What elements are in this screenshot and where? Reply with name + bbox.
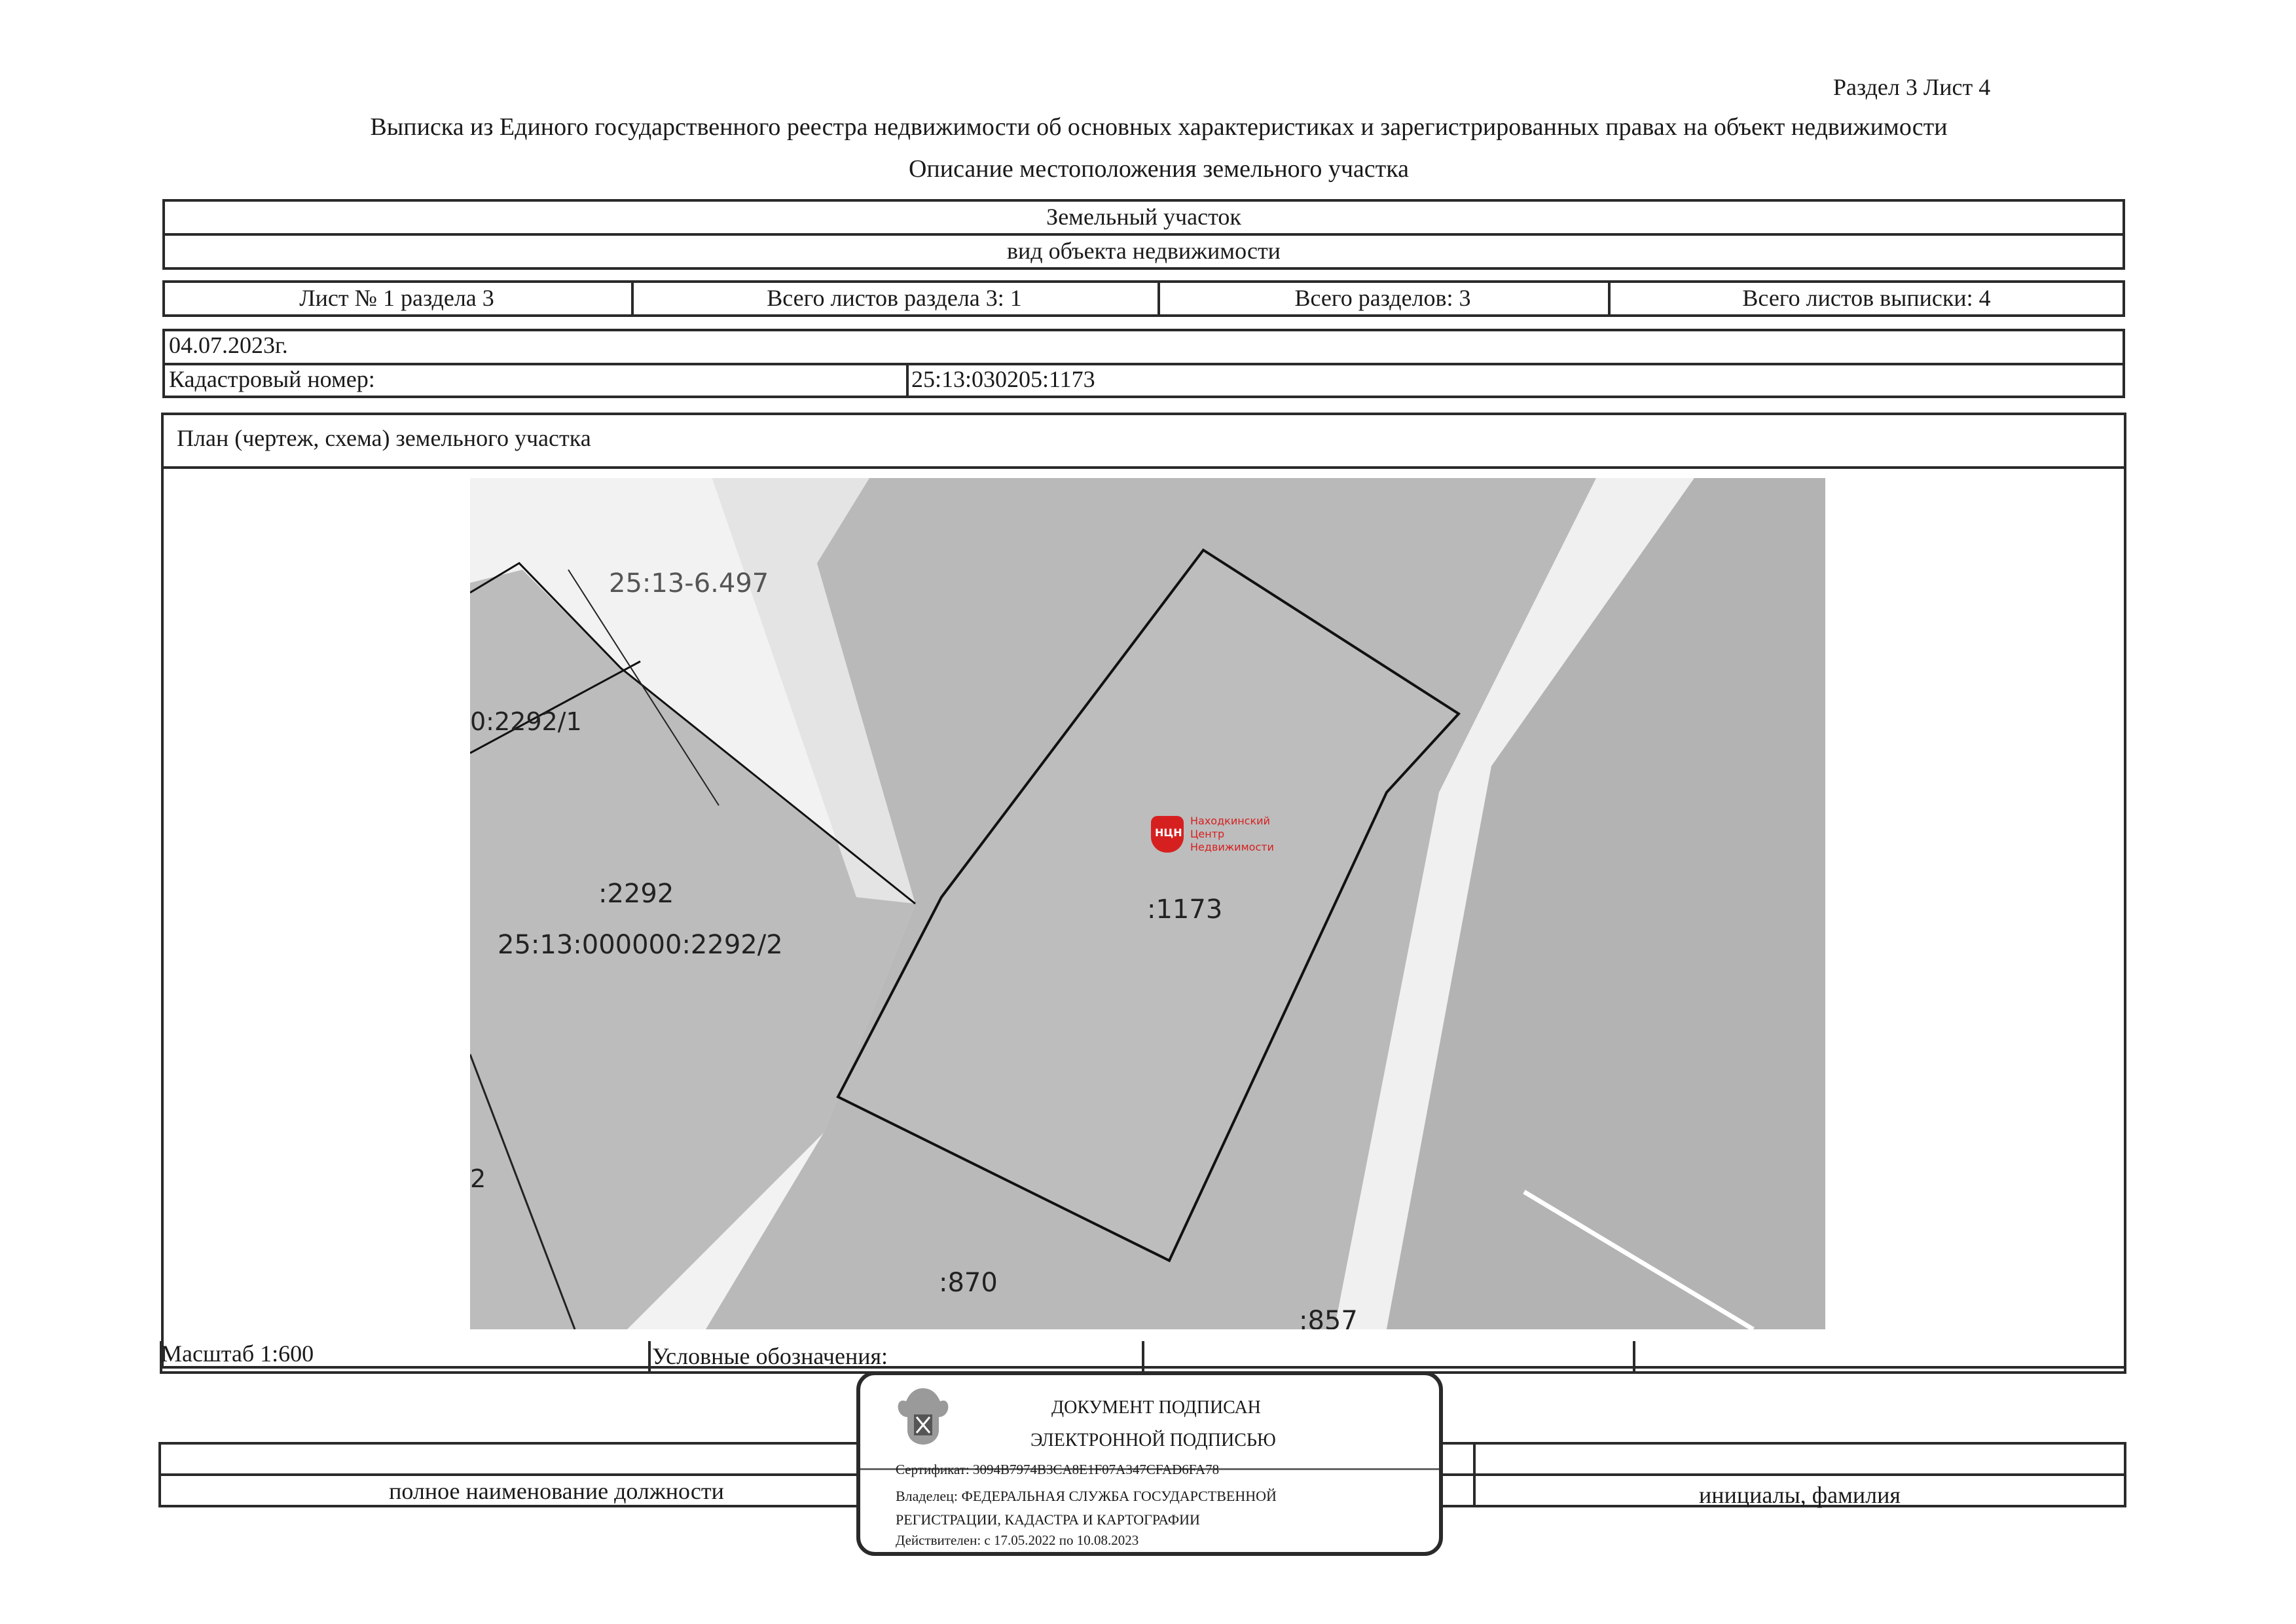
- label-parcel-2292-1: 0:2292/1: [470, 707, 582, 736]
- section-sheet-label: Раздел 3 Лист 4: [1833, 74, 1991, 100]
- cadastral-number: 25:13:030205:1173: [911, 366, 1095, 392]
- watermark-badge: НЦН: [1155, 826, 1182, 839]
- label-parcel-1173: :1173: [1147, 895, 1223, 925]
- plan-title-divider: [161, 466, 2126, 469]
- object-type-divider: [162, 233, 2125, 236]
- stamp-validity: Действителен: с 17.05.2022 по 10.08.2023: [896, 1532, 1139, 1548]
- watermark-logo: НЦН Находкинский Центр Недвижимости: [1151, 813, 1295, 859]
- cadastral-divider: [906, 363, 909, 398]
- record-divider: [162, 363, 2125, 365]
- plan-title: План (чертеж, схема) земельного участка: [177, 425, 591, 451]
- label-edge-2: 2: [470, 1164, 486, 1193]
- label-parcel-2292-2: 25:13:000000:2292/2: [498, 930, 783, 960]
- label-parcel-2292: :2292: [598, 879, 674, 909]
- watermark-line-2: Центр: [1190, 828, 1225, 840]
- cadastral-map: 25:13-6.497 0:2292/1 :2292 25:13:000000:…: [470, 478, 1825, 1329]
- object-type-value: Земельный участок: [1046, 204, 1241, 230]
- sheet-number: Лист № 1 раздела 3: [299, 285, 494, 311]
- legend-divider-3: [1633, 1341, 1635, 1374]
- emblem-icon: [898, 1388, 949, 1445]
- document-title: Выписка из Единого государственного реес…: [370, 113, 1948, 141]
- stamp-owner-line-1: Владелец: ФЕДЕРАЛЬНАЯ СЛУЖБА ГОСУДАРСТВЕ…: [896, 1488, 1277, 1504]
- cadastral-label: Кадастровый номер:: [169, 366, 375, 392]
- record-date: 04.07.2023г.: [169, 332, 288, 358]
- sheets-in-section: Всего листов раздела 3: 1: [767, 285, 1022, 311]
- legend-divider-1: [648, 1341, 651, 1374]
- total-sheets: Всего листов выписки: 4: [1742, 285, 1991, 311]
- initials-caption: инициалы, фамилия: [1699, 1482, 1901, 1508]
- stamp-owner-line-2: РЕГИСТРАЦИИ, КАДАСТРА И КАРТОГРАФИИ: [896, 1511, 1200, 1528]
- document-subtitle: Описание местоположения земельного участ…: [908, 155, 1410, 183]
- stamp-line-2: ЭЛЕКТРОННОЙ ПОДПИСЬЮ: [1030, 1430, 1276, 1450]
- label-parcel-857: :857: [1299, 1306, 1358, 1329]
- stamp-certificate: Сертификат: 3094B7974B3CA8E1F07A347CFAD6…: [896, 1462, 1220, 1477]
- e-signature-stamp: ДОКУМЕНТ ПОДПИСАН ЭЛЕКТРОННОЙ ПОДПИСЬЮ С…: [856, 1371, 1443, 1556]
- position-caption: полное наименование должности: [389, 1478, 724, 1504]
- stamp-line-1: ДОКУМЕНТ ПОДПИСАН: [1051, 1397, 1261, 1418]
- legend-label: Условные обозначения:: [652, 1343, 888, 1369]
- scale-label: Масштаб 1:600: [161, 1340, 314, 1367]
- total-sections: Всего разделов: 3: [1294, 285, 1471, 311]
- watermark-line-1: Находкинский: [1190, 815, 1270, 827]
- object-type-caption: вид объекта недвижимости: [1007, 238, 1281, 264]
- watermark-line-3: Недвижимости: [1190, 841, 1274, 853]
- legend-divider-2: [1142, 1341, 1144, 1374]
- label-zone: 25:13-6.497: [609, 568, 769, 599]
- label-parcel-870: :870: [939, 1268, 998, 1298]
